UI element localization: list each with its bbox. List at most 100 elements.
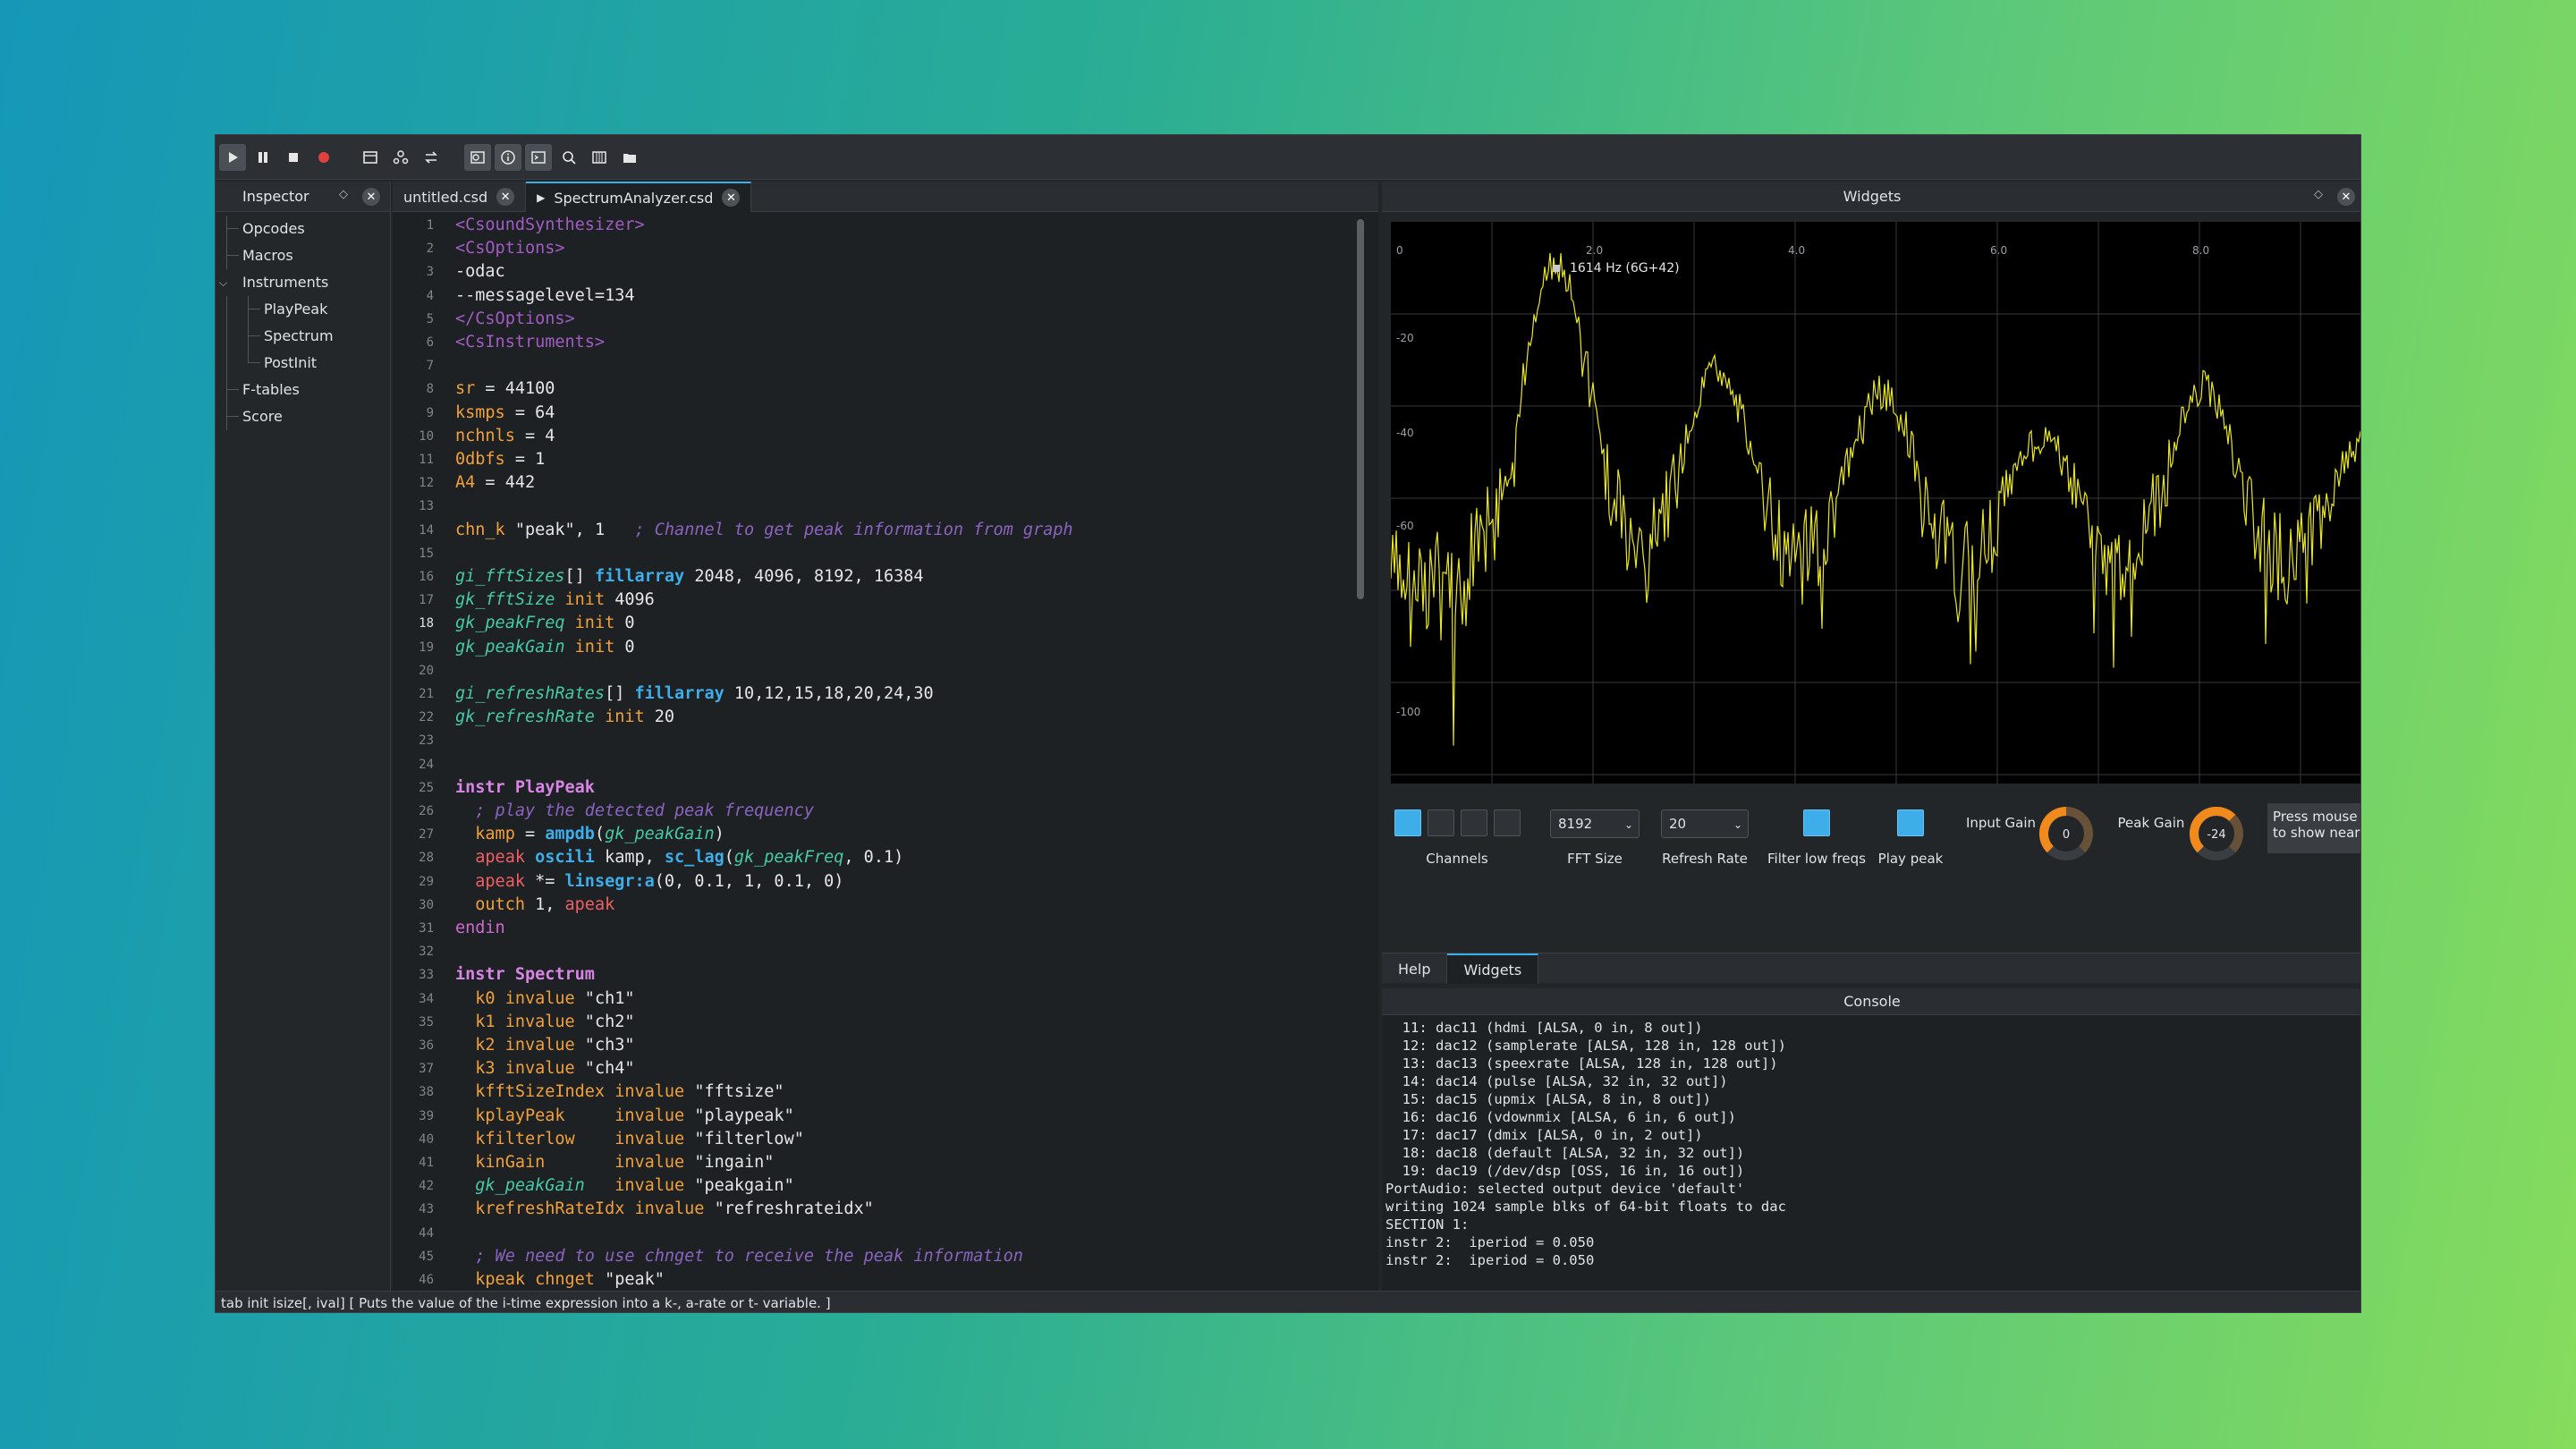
code-token: linsegr:a bbox=[564, 871, 655, 891]
info-icon[interactable] bbox=[495, 143, 521, 171]
code-token: = 442 bbox=[475, 473, 536, 493]
code-token: "ch1" bbox=[574, 988, 635, 1008]
inspector-item-score[interactable]: Score bbox=[216, 403, 390, 430]
inspector-item-playpeak[interactable]: PlayPeak bbox=[216, 296, 390, 323]
float-icon[interactable]: ◇ bbox=[339, 188, 348, 201]
inspector-header: Inspector ◇ ✕ bbox=[216, 182, 390, 212]
editor-scrollbar[interactable] bbox=[1357, 219, 1364, 599]
inspector-item-spectrum[interactable]: Spectrum bbox=[216, 323, 390, 350]
code-area[interactable]: 1 <CsoundSynthesizer> 2 <CsOptions> 3 -odac 4 -… bbox=[393, 212, 1378, 1291]
tab-help[interactable]: Help bbox=[1382, 953, 1448, 984]
tools-icon[interactable] bbox=[387, 144, 414, 171]
play-peak-checkbox[interactable] bbox=[1897, 809, 1924, 836]
line-number: 1 bbox=[426, 218, 434, 233]
input-gain-knob[interactable]: 0 bbox=[2035, 802, 2097, 865]
code-line: ksmps = 64 bbox=[455, 402, 555, 425]
line-number: 30 bbox=[419, 897, 434, 912]
spectrum-display[interactable]: 0 2.0 4.0 6.0 8.0 10.0k-20-40-60-100 1614 Hz … bbox=[1391, 222, 2361, 784]
swap-icon[interactable] bbox=[418, 144, 445, 171]
inspector-item-opcodes[interactable]: Opcodes bbox=[216, 216, 390, 242]
code-token: </CsOptions> bbox=[455, 309, 575, 328]
code-token: 4096 bbox=[605, 590, 655, 610]
close-icon[interactable]: ✕ bbox=[496, 188, 515, 206]
y-tick-label: -60 bbox=[1396, 520, 1414, 532]
code-token: init bbox=[564, 637, 615, 657]
tab-widgets[interactable]: Widgets bbox=[1447, 953, 1539, 984]
code-token: kfftSizeIndex bbox=[455, 1082, 615, 1102]
y-tick-label: -40 bbox=[1396, 427, 1414, 439]
channel-4-checkbox[interactable] bbox=[1494, 809, 1521, 836]
code-line: k2 invalue "ch3" bbox=[455, 1034, 634, 1057]
console-output[interactable]: 11: dac11 (hdmi [ALSA, 0 in, 8 out]) 12:… bbox=[1382, 1019, 1786, 1269]
close-icon[interactable]: ✕ bbox=[362, 188, 380, 206]
code-token: kinGain bbox=[455, 1153, 615, 1172]
code-token: "ch2" bbox=[574, 1012, 635, 1031]
code-line: </CsOptions> bbox=[455, 308, 575, 331]
bottom-tabs: Help Widgets bbox=[1382, 953, 2360, 984]
code-token: invalue bbox=[504, 1036, 575, 1055]
record-icon[interactable] bbox=[310, 144, 337, 171]
inspector-item-label: PlayPeak bbox=[264, 301, 328, 318]
console-line: 19: dac19 (/dev/dsp [OSS, 16 in, 16 out]… bbox=[1385, 1163, 1745, 1179]
code-token: <CsOptions> bbox=[455, 239, 565, 258]
code-token: "filterlow" bbox=[684, 1129, 804, 1148]
inspector-panel: Inspector ◇ ✕ Opcodes Macros ⌵ Instruments P… bbox=[216, 182, 391, 1291]
channel-2-checkbox[interactable] bbox=[1428, 809, 1454, 836]
line-number: 26 bbox=[419, 804, 434, 818]
code-line: k1 invalue "ch2" bbox=[455, 1011, 635, 1034]
inspector-title: Inspector bbox=[242, 188, 309, 205]
code-token: invalue bbox=[614, 1082, 685, 1102]
peak-gain-knob[interactable]: -24 bbox=[2185, 802, 2248, 865]
peak-label: 1614 Hz (6G+42) bbox=[1570, 261, 1680, 275]
keyboard-icon[interactable] bbox=[586, 144, 613, 171]
code-token: = 64 bbox=[504, 402, 555, 422]
code-token: kfilterlow bbox=[455, 1129, 615, 1148]
code-token: 0 bbox=[614, 637, 635, 657]
code-line: krefreshRateIdx invalue "refreshrateidx" bbox=[455, 1198, 874, 1221]
chevron-down-icon[interactable]: ⌵ bbox=[219, 269, 227, 296]
widgets-icon[interactable] bbox=[464, 143, 491, 171]
spectrum-hint: Press mouse in spectrum display to show … bbox=[2267, 803, 2360, 853]
folder-icon[interactable] bbox=[616, 144, 643, 171]
code-token: ; We need to use chnget to receive the p… bbox=[455, 1246, 1023, 1266]
code-token: invalue bbox=[504, 1012, 575, 1031]
code-token: "playpeak" bbox=[684, 1106, 794, 1125]
tab-spectrum-analyzer[interactable]: ▶ SpectrumAnalyzer.csd ✕ bbox=[526, 182, 752, 212]
widget-controls: Channels 8192 ⌄ FFT Size 20 ⌄ Refresh Rate… bbox=[1382, 799, 2360, 879]
panel-icon[interactable] bbox=[357, 144, 384, 171]
refresh-rate-select[interactable]: 20 ⌄ bbox=[1661, 809, 1749, 838]
channel-1-checkbox[interactable] bbox=[1394, 809, 1421, 836]
inspector-item-instruments[interactable]: ⌵ Instruments bbox=[216, 269, 390, 296]
line-number: 33 bbox=[419, 968, 434, 983]
code-token: "peakgain" bbox=[684, 1176, 794, 1196]
channel-3-checkbox[interactable] bbox=[1461, 809, 1487, 836]
stop-icon[interactable] bbox=[280, 144, 307, 171]
filter-low-checkbox[interactable] bbox=[1803, 809, 1830, 836]
code-line: instr Spectrum bbox=[455, 963, 595, 987]
line-number: 7 bbox=[426, 359, 434, 374]
play-icon[interactable] bbox=[219, 143, 246, 171]
tab-untitled[interactable]: untitled.csd ✕ bbox=[393, 182, 527, 212]
inspector-item-macros[interactable]: Macros bbox=[216, 242, 390, 269]
close-icon[interactable]: ✕ bbox=[722, 189, 741, 207]
code-token: 0dbfs bbox=[455, 450, 505, 469]
code-line: -odac bbox=[455, 260, 505, 284]
pause-icon[interactable] bbox=[250, 144, 276, 171]
code-line: gk_peakGain init 0 bbox=[455, 636, 635, 659]
code-line: gi_refreshRates[] fillarray 10,12,15,18,… bbox=[455, 682, 934, 706]
float-icon[interactable]: ◇ bbox=[2314, 188, 2323, 201]
fft-size-select[interactable]: 8192 ⌄ bbox=[1550, 809, 1640, 838]
inspector-item-postinit[interactable]: PostInit bbox=[216, 350, 390, 377]
line-number: 40 bbox=[419, 1131, 434, 1147]
inspector-item-f-tables[interactable]: F-tables bbox=[216, 377, 390, 403]
close-icon[interactable]: ✕ bbox=[2337, 188, 2355, 206]
line-number: 42 bbox=[419, 1179, 434, 1194]
search-icon[interactable] bbox=[555, 144, 582, 171]
code-token: sr bbox=[455, 379, 476, 399]
line-number: 18 bbox=[419, 616, 434, 631]
code-line: instr PlayPeak bbox=[455, 776, 595, 800]
code-token: invalue bbox=[584, 1176, 685, 1196]
console-icon[interactable] bbox=[525, 143, 552, 171]
code-token: "ingain" bbox=[684, 1153, 775, 1172]
console-line: writing 1024 sample blks of 64-bit float… bbox=[1385, 1199, 1786, 1215]
